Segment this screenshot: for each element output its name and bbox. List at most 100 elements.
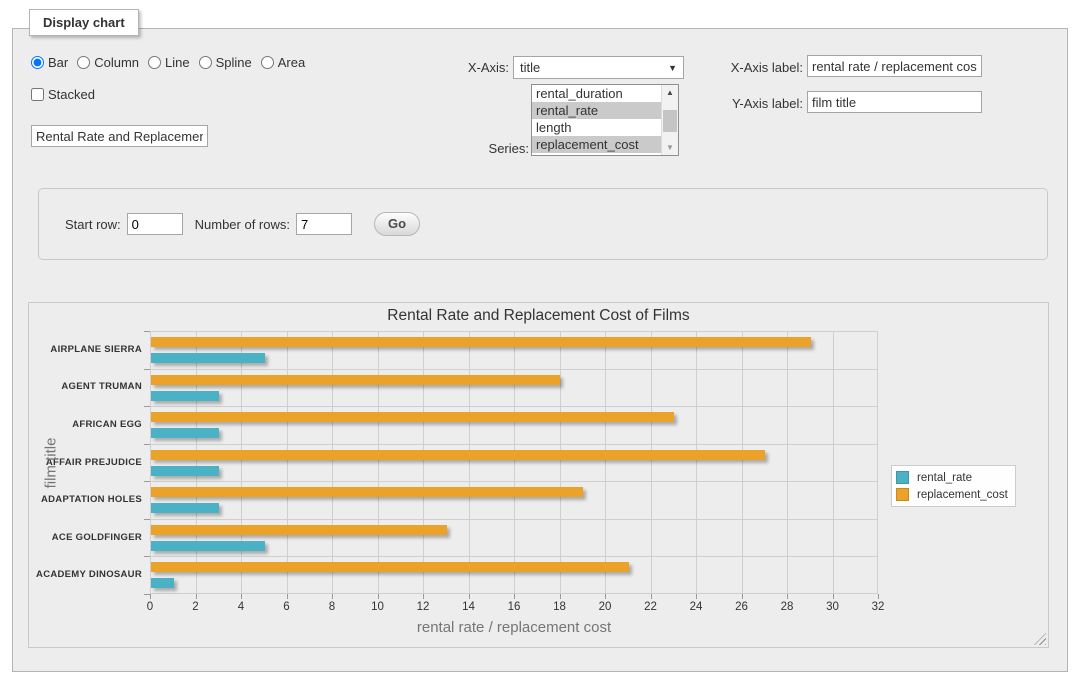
legend-label-rental-rate: rental_rate: [917, 472, 972, 484]
bar-rental-rate-academy-dinosaur: [151, 578, 174, 588]
x-tick-label: 22: [636, 601, 666, 613]
series-listbox[interactable]: rental_durationrental_ratelengthreplacem…: [531, 84, 679, 156]
series-option-replacement-cost[interactable]: replacement_cost: [532, 136, 661, 153]
series-option-rental-duration[interactable]: rental_duration: [532, 85, 661, 102]
y-tick-label: ACE GOLDFINGER: [29, 532, 142, 543]
bar-rental-rate-affair-prejudice: [151, 466, 219, 476]
scroll-up-icon[interactable]: ▲: [662, 85, 678, 100]
bar-replacement-cost-adaptation-holes: [151, 487, 583, 497]
x-tick-label: 10: [363, 601, 393, 613]
x-tickmark: [196, 594, 197, 599]
x-tick-label: 2: [181, 601, 211, 613]
bar-replacement-cost-affair-prejudice: [151, 450, 765, 460]
x-tick-label: 28: [772, 601, 802, 613]
listbox-scrollbar[interactable]: ▲ ▼: [661, 85, 678, 155]
chart-type-label-bar: Bar: [48, 55, 68, 70]
chart-type-option-area: Area: [261, 55, 305, 70]
chart-legend: rental_rate replacement_cost: [891, 465, 1016, 507]
chart-type-radio-spline[interactable]: [199, 56, 212, 69]
scroll-down-icon[interactable]: ▼: [662, 140, 678, 155]
x-tick-label: 16: [499, 601, 529, 613]
chart-type-radio-bar[interactable]: [31, 56, 44, 69]
x-tick-label: 20: [590, 601, 620, 613]
x-tickmark: [378, 594, 379, 599]
legend-item-replacement-cost: replacement_cost: [896, 486, 1008, 503]
go-button[interactable]: Go: [374, 212, 420, 236]
x-tickmark: [787, 594, 788, 599]
x-tickmark: [287, 594, 288, 599]
x-tickmark: [878, 594, 879, 599]
chart-type-option-spline: Spline: [199, 55, 252, 70]
bar-replacement-cost-agent-truman: [151, 375, 560, 385]
y-tick-label: ADAPTATION HOLES: [29, 494, 142, 505]
chart-type-label-line: Line: [165, 55, 190, 70]
y-tickmark: [144, 481, 150, 482]
bar-rental-rate-adaptation-holes: [151, 503, 219, 513]
chart-type-option-column: Column: [77, 55, 139, 70]
x-tick-label: 26: [727, 601, 757, 613]
y-tick-label: AFRICAN EGG: [29, 419, 142, 430]
x-tickmark: [560, 594, 561, 599]
y-tick-label: AIRPLANE SIERRA: [29, 344, 142, 355]
series-option-rental-rate[interactable]: rental_rate: [532, 102, 661, 119]
x-axis-title: rental rate / replacement cost: [150, 619, 878, 636]
x-tickmark: [469, 594, 470, 599]
x-tickmark: [332, 594, 333, 599]
bar-replacement-cost-african-egg: [151, 412, 674, 422]
bar-rental-rate-airplane-sierra: [151, 353, 265, 363]
chart-type-radio-column[interactable]: [77, 56, 90, 69]
dropdown-arrow-icon: ▼: [668, 63, 677, 73]
number-of-rows-label: Number of rows:: [195, 217, 290, 232]
y-tickmark: [144, 369, 150, 370]
y-axis-label-input[interactable]: [807, 91, 982, 113]
number-of-rows-input[interactable]: [296, 213, 352, 235]
y-axis-label-caption: Y-Axis label:: [713, 96, 803, 111]
y-tickmark: [144, 556, 150, 557]
start-row-input[interactable]: [127, 213, 183, 235]
series-option-length[interactable]: length: [532, 119, 661, 136]
x-tickmark: [696, 594, 697, 599]
display-chart-fieldset: Display chart BarColumnLineSplineArea St…: [12, 28, 1068, 672]
x-tickmark: [423, 594, 424, 599]
x-tick-label: 6: [272, 601, 302, 613]
row-controls-panel: Start row: Number of rows: Go: [38, 188, 1048, 260]
x-axis-select[interactable]: title ▼: [513, 56, 684, 79]
chart-type-radio-area[interactable]: [261, 56, 274, 69]
bar-replacement-cost-ace-goldfinger: [151, 525, 447, 535]
y-tickmark: [144, 519, 150, 520]
x-tick-label: 0: [135, 601, 165, 613]
x-tick-label: 24: [681, 601, 711, 613]
bar-replacement-cost-academy-dinosaur: [151, 562, 629, 572]
legend-label-replacement-cost: replacement_cost: [917, 489, 1008, 501]
chart-type-radio-line[interactable]: [148, 56, 161, 69]
x-tickmark: [605, 594, 606, 599]
series-label: Series:: [463, 141, 529, 156]
panel-legend: Display chart: [29, 9, 139, 36]
y-tick-label: ACADEMY DINOSAUR: [29, 569, 142, 580]
x-tick-label: 8: [317, 601, 347, 613]
chart-title-input[interactable]: [31, 125, 208, 147]
start-row-label: Start row:: [65, 217, 121, 232]
stacked-option-label-wrap: Stacked: [31, 87, 95, 102]
chart-title: Rental Rate and Replacement Cost of Film…: [29, 307, 1048, 325]
plot-border: [150, 331, 878, 594]
x-tickmark: [241, 594, 242, 599]
bar-rental-rate-african-egg: [151, 428, 219, 438]
stacked-label: Stacked: [48, 87, 95, 102]
x-axis-label-caption: X-Axis label:: [713, 60, 803, 75]
bar-rental-rate-ace-goldfinger: [151, 541, 265, 551]
x-tickmark: [150, 594, 151, 599]
x-axis-label: X-Axis:: [443, 60, 509, 75]
scrollbar-thumb[interactable]: [663, 110, 677, 132]
x-axis-label-input[interactable]: [807, 55, 982, 77]
x-tick-label: 12: [408, 601, 438, 613]
legend-item-rental-rate: rental_rate: [896, 469, 1008, 486]
chart-container: Rental Rate and Replacement Cost of Film…: [28, 302, 1049, 648]
y-tickmark: [144, 406, 150, 407]
bar-replacement-cost-airplane-sierra: [151, 337, 811, 347]
stacked-checkbox[interactable]: [31, 88, 44, 101]
x-tickmark: [514, 594, 515, 599]
y-tickmark: [144, 331, 150, 332]
chart: Rental Rate and Replacement Cost of Film…: [29, 303, 1048, 647]
chart-type-option-bar: Bar: [31, 55, 68, 70]
